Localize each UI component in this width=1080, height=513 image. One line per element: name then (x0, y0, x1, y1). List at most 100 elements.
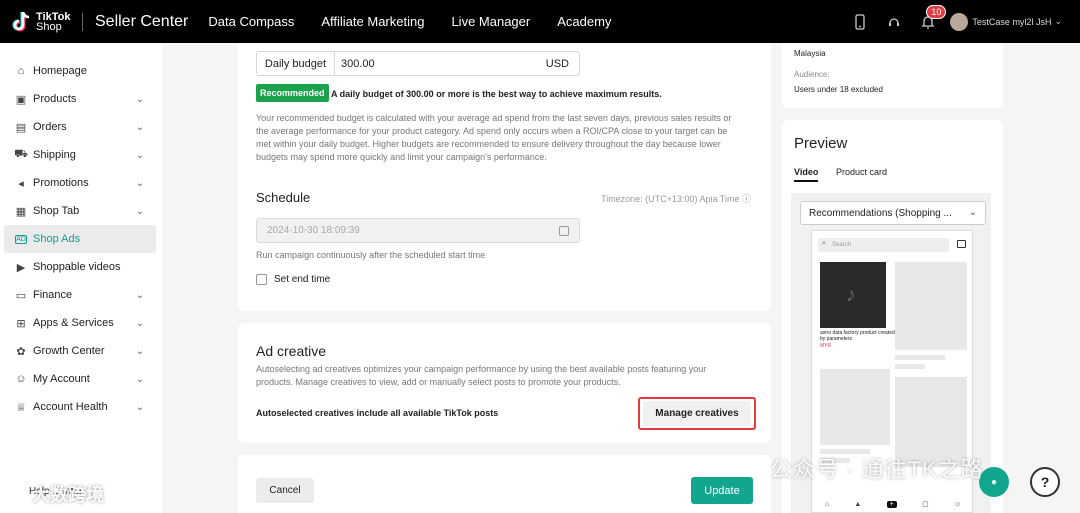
headset-icon[interactable] (886, 14, 902, 30)
cart-icon (957, 240, 966, 248)
placeholder-card (820, 369, 890, 445)
sidebar-item-shop-ads[interactable]: AD Shop Ads (4, 225, 156, 253)
user-icon: ☺ (15, 373, 27, 385)
manage-creatives-button[interactable]: Manage creatives (643, 401, 751, 426)
nav-affiliate-marketing[interactable]: Affiliate Marketing (321, 14, 424, 29)
sidebar-item-shop-tab[interactable]: ▦ Shop Tab ⌄ (4, 197, 156, 225)
clipboard-icon: ▤ (15, 121, 27, 134)
daily-budget-label: Daily budget (257, 52, 335, 75)
sidebar-item-label: Account Health (33, 401, 108, 413)
video-icon: ▶ (16, 261, 26, 274)
chevron-down-icon: ⌄ (135, 93, 144, 105)
notification-badge: 10 (926, 4, 947, 19)
top-navbar: TikTok Shop Seller Center Data Compass A… (0, 0, 1080, 43)
avatar[interactable] (950, 12, 969, 31)
set-end-time-label[interactable]: Set end time (274, 274, 330, 285)
user-name[interactable]: TestCase myl2l JsH (972, 17, 1051, 27)
ad-creative-description: Autoselecting ad creatives optimizes you… (256, 364, 707, 387)
product-caption: astro data factory product created by pa… (820, 330, 895, 342)
watermark-left-text: 大数跨境 (32, 485, 104, 505)
chevron-down-icon: ⌄ (135, 401, 144, 413)
mobile-icon[interactable] (852, 13, 868, 30)
daily-budget-input[interactable]: Daily budget 300.00 USD (256, 51, 580, 76)
sidebar: ⌂ Homepage ▣ Products ⌄ ▤ Orders ⌄ ⛟ Shi… (0, 43, 162, 513)
chevron-down-icon: ⌄ (135, 205, 144, 217)
schedule-title: Schedule (256, 190, 311, 205)
apps-icon: ⊞ (16, 317, 26, 330)
growth-icon: ✿ (16, 345, 26, 358)
chevron-down-icon: ⌄ (135, 289, 144, 301)
audience-value: Users under 18 excluded (794, 85, 883, 94)
autoselected-text: Autoselected creatives include all avail… (256, 408, 499, 418)
active-tab-indicator (794, 180, 818, 182)
help-circle-icon[interactable]: ⓘ (742, 194, 751, 204)
tab-product-card[interactable]: Product card (836, 167, 887, 177)
recommended-text: A daily budget of 300.00 or more is the … (331, 89, 662, 99)
audience-label: Audience: (794, 70, 830, 79)
bell-icon[interactable]: 10 (920, 4, 947, 30)
sidebar-item-homepage[interactable]: ⌂ Homepage (4, 57, 156, 85)
sidebar-item-shipping[interactable]: ⛟ Shipping ⌄ (4, 141, 156, 169)
sidebar-item-label: Products (33, 93, 77, 105)
daily-budget-value[interactable]: 300.00 (335, 58, 546, 70)
home-icon: ⌂ (17, 65, 25, 77)
sidebar-item-label: Orders (33, 121, 67, 133)
logo-line1: TikTok (36, 10, 71, 23)
truck-icon: ⛟ (14, 148, 28, 160)
megaphone-icon: ◂ (18, 177, 24, 190)
trophy-icon: ♕ (16, 401, 26, 414)
sidebar-item-label: Finance (33, 289, 73, 301)
chevron-down-icon: ⌄ (968, 207, 977, 218)
placement-dropdown-value: Recommendations (Shopping ... (809, 207, 952, 219)
help-icon[interactable]: ? (1030, 467, 1060, 497)
sidebar-item-products[interactable]: ▣ Products ⌄ (4, 85, 156, 113)
sidebar-item-shoppable-videos[interactable]: ▶ Shoppable videos (4, 253, 156, 281)
tiktok-shop-logo[interactable]: TikTok Shop (12, 11, 74, 33)
home-icon: ⌂ (824, 500, 829, 508)
currency-label: USD (545, 57, 569, 70)
placement-dropdown[interactable]: Recommendations (Shopping ... ⌄ (800, 201, 986, 225)
sidebar-item-growth-center[interactable]: ✿ Growth Center ⌄ (4, 337, 156, 365)
ad-icon: AD (15, 234, 27, 244)
preview-title: Preview (794, 135, 848, 152)
sidebar-item-label: Homepage (33, 65, 87, 77)
budget-description: Your recommended budget is calculated wi… (256, 113, 732, 162)
sidebar-item-label: Shoppable videos (33, 261, 121, 273)
sidebar-item-my-account[interactable]: ☺ My Account ⌄ (4, 365, 156, 393)
update-button[interactable]: Update (691, 477, 753, 504)
logo-line2: Shop (36, 20, 62, 33)
chevron-down-icon: ⌄ (135, 177, 144, 189)
sidebar-item-orders[interactable]: ▤ Orders ⌄ (4, 113, 156, 141)
product-thumbnail: ♪ (820, 262, 886, 328)
nav-academy[interactable]: Academy (557, 14, 611, 29)
sidebar-item-finance[interactable]: ▭ Finance ⌄ (4, 281, 156, 309)
timezone-text: Timezone: (UTC+13:00) Apia Time (601, 194, 740, 204)
sidebar-item-account-health[interactable]: ♕ Account Health ⌄ (4, 393, 156, 421)
set-end-time-checkbox[interactable] (256, 274, 267, 285)
mock-search-placeholder: Search (832, 242, 852, 248)
mock-search-bar: ⌕ Search (818, 238, 949, 252)
sidebar-item-label: Shop Tab (33, 205, 80, 217)
manage-creatives-highlight[interactable]: Manage creatives (638, 397, 756, 430)
finance-icon: ▭ (15, 289, 27, 302)
placeholder-card (895, 262, 967, 350)
start-date-value: 2024-10-30 18:09:39 (267, 225, 360, 236)
product-price: MYR (820, 343, 832, 349)
sidebar-item-label: Growth Center (33, 345, 105, 357)
start-date-input[interactable]: 2024-10-30 18:09:39 (256, 218, 580, 243)
cancel-button[interactable]: Cancel (256, 478, 314, 503)
sidebar-item-label: Shop Ads (33, 233, 81, 245)
sidebar-item-promotions[interactable]: ◂ Promotions ⌄ (4, 169, 156, 197)
brand-title[interactable]: Seller Center (95, 13, 188, 31)
inbox-icon: ▢ (922, 501, 929, 508)
nav-live-manager[interactable]: Live Manager (451, 14, 530, 29)
chevron-down-icon: ⌄ (135, 121, 144, 133)
tab-video[interactable]: Video (794, 167, 818, 177)
placeholder-line (895, 355, 945, 360)
calendar-icon[interactable] (559, 226, 569, 236)
chevron-down-icon: ⌄ (135, 317, 144, 329)
sidebar-item-apps-services[interactable]: ⊞ Apps & Services ⌄ (4, 309, 156, 337)
nav-data-compass[interactable]: Data Compass (208, 14, 294, 29)
chevron-down-icon[interactable]: ⌄ (1054, 16, 1062, 27)
search-icon: ⌕ (822, 240, 826, 247)
